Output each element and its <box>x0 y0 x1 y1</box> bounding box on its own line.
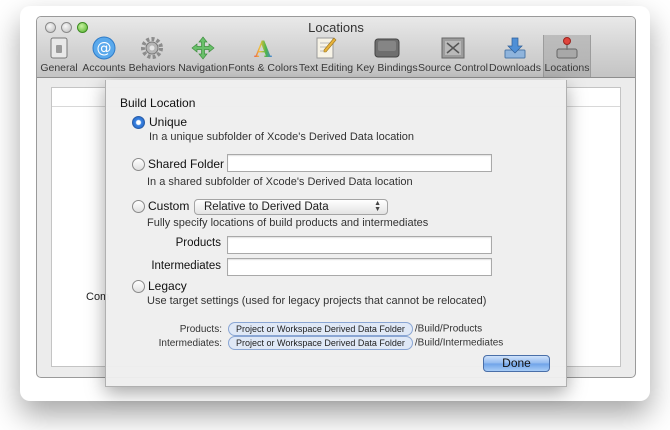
tab-fonts-colors-label: Fonts & Colors <box>228 62 298 74</box>
products-path-token[interactable]: Project or Workspace Derived Data Folder <box>228 322 413 336</box>
source-control-icon <box>440 36 466 60</box>
legacy-label: Legacy <box>148 279 187 293</box>
custom-description: Fully specify locations of build product… <box>147 217 429 229</box>
unique-description: In a unique subfolder of Xcode's Derived… <box>149 131 415 143</box>
tab-behaviors-label: Behaviors <box>128 62 176 74</box>
custom-radio[interactable] <box>132 200 145 213</box>
intermediates-path-label: Intermediates: <box>158 337 222 349</box>
tab-downloads[interactable]: Downloads <box>487 35 543 77</box>
downloads-icon <box>502 36 528 60</box>
navigation-arrows-icon <box>190 36 216 60</box>
window-title: Locations <box>308 20 364 35</box>
products-label: Products <box>175 237 221 249</box>
tab-key-bindings-label: Key Bindings <box>356 62 418 74</box>
shared-folder-radio[interactable] <box>132 158 145 171</box>
tab-general[interactable]: General <box>37 35 81 77</box>
tab-key-bindings[interactable]: Key Bindings <box>355 35 419 77</box>
shared-folder-description: In a shared subfolder of Xcode's Derived… <box>147 176 413 188</box>
tab-source-control-label: Source Control <box>417 62 489 74</box>
intermediates-label: Intermediates <box>151 260 221 272</box>
tab-locations-label: Locations <box>544 62 590 74</box>
tab-source-control[interactable]: Source Control <box>417 35 489 77</box>
legacy-radio[interactable] <box>132 280 145 293</box>
custom-label: Custom <box>148 199 190 213</box>
svg-text:A: A <box>253 37 272 60</box>
preferences-toolbar: General @ Accounts Behaviors Navigation <box>37 35 591 77</box>
intermediates-path-suffix: /Build/Intermediates <box>414 337 504 349</box>
fonts-colors-icon: A <box>250 36 276 60</box>
tab-accounts[interactable]: @ Accounts <box>81 35 127 77</box>
title-bar: Locations General @ Accounts Behaviors N… <box>37 17 635 78</box>
shared-folder-label: Shared Folder <box>148 157 225 171</box>
intermediates-path-preview: Intermediates: Project or Workspace Deriv… <box>112 336 503 350</box>
products-path-suffix: /Build/Products <box>414 323 483 335</box>
custom-location-popup[interactable]: Relative to Derived Data ▲ ▼ <box>194 199 388 215</box>
tab-accounts-label: Accounts <box>82 62 126 74</box>
at-sign-icon: @ <box>91 36 117 60</box>
keyboard-key-icon <box>374 36 400 60</box>
tab-navigation-label: Navigation <box>178 62 228 74</box>
tab-behaviors[interactable]: Behaviors <box>127 35 177 77</box>
unique-radio[interactable] <box>132 116 145 129</box>
unique-label: Unique <box>149 115 188 129</box>
general-switch-icon <box>46 36 72 60</box>
tab-fonts-colors[interactable]: A Fonts & Colors <box>228 35 298 77</box>
text-editing-icon <box>313 36 339 60</box>
done-button[interactable]: Done <box>483 355 550 372</box>
sheet-title: Build Location <box>120 96 196 110</box>
locations-drive-icon <box>554 36 580 60</box>
intermediates-path-token[interactable]: Project or Workspace Derived Data Folder <box>228 336 413 350</box>
tab-navigation[interactable]: Navigation <box>177 35 229 77</box>
tab-general-label: General <box>40 62 78 74</box>
intermediates-field[interactable] <box>227 258 492 276</box>
gear-icon <box>139 36 165 60</box>
legacy-description: Use target settings (used for legacy pro… <box>147 295 487 307</box>
products-field[interactable] <box>227 236 492 254</box>
tab-text-editing-label: Text Editing <box>298 62 354 74</box>
popup-arrows-icon: ▲ ▼ <box>374 200 381 213</box>
svg-text:@: @ <box>97 39 112 57</box>
shared-folder-field[interactable] <box>227 154 492 172</box>
products-path-preview: Products: Project or Workspace Derived Da… <box>112 322 482 336</box>
tab-text-editing[interactable]: Text Editing <box>297 35 355 77</box>
products-path-label: Products: <box>179 323 222 335</box>
tab-downloads-label: Downloads <box>489 62 541 74</box>
build-location-sheet: Build Location Unique In a unique subfol… <box>105 80 567 387</box>
tab-locations[interactable]: Locations <box>543 35 591 77</box>
custom-location-popup-value: Relative to Derived Data <box>204 201 329 213</box>
